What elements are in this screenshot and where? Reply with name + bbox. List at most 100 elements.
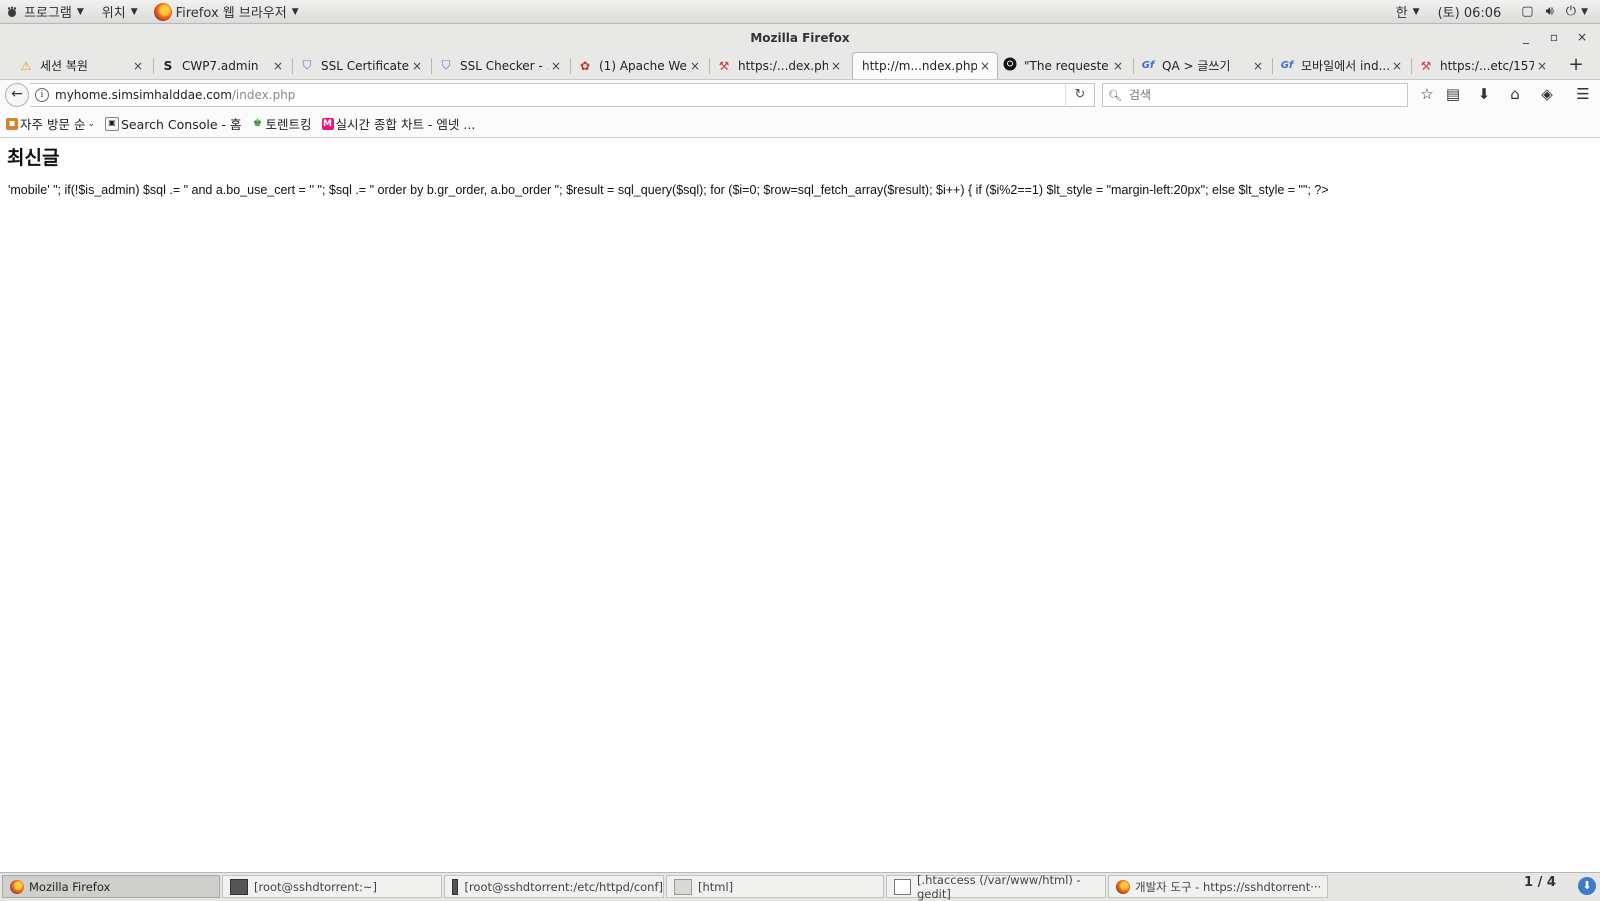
close-window-button[interactable]: × [1572, 24, 1592, 52]
url-host: myhome.simsimhalddae.com [55, 88, 232, 102]
puzzle-icon: ⚒ [1420, 58, 1432, 73]
clock[interactable]: (토) 06:06 [1432, 0, 1508, 23]
minimize-button[interactable]: _ [1516, 24, 1536, 52]
text-editor-icon [894, 878, 911, 895]
tab-close-icon[interactable]: × [687, 59, 703, 73]
tab-github[interactable]: "The requeste... × [998, 52, 1130, 79]
shield-icon: ⛉ [441, 58, 451, 72]
page-heading: 최신글 [7, 147, 60, 169]
tab-label: 모바일에서 ind... [1301, 59, 1389, 73]
search-console-icon: ▣ [105, 116, 119, 131]
tab-mobile-index[interactable]: Gf 모바일에서 ind... × [1273, 52, 1409, 79]
applications-menu[interactable]: 프로그램 ▼ [0, 0, 90, 23]
url-path: /index.php [231, 88, 296, 102]
tab-label: SSL Checker - ... [460, 58, 548, 73]
bookmark-star-icon[interactable]: ☆ [1414, 83, 1440, 105]
chevron-down-icon: ▼ [76, 6, 84, 17]
tab-close-icon[interactable]: × [977, 59, 993, 73]
taskbar-label: [.htaccess (/var/www/html) - gedit] [916, 872, 1081, 901]
taskbar-item-terminal-conf[interactable]: [root@sshdtorrent:/etc/httpd/conf] [444, 875, 664, 898]
bug-icon: ✿ [579, 58, 591, 73]
bookmark-search-console[interactable]: ▣ Search Console - 홈 [105, 114, 242, 133]
tab-close-icon[interactable]: × [270, 59, 286, 73]
home-icon[interactable]: ⌂ [1502, 83, 1528, 105]
chevron-down-icon: ▼ [1581, 6, 1588, 17]
screen-icon[interactable]: ▢ [1515, 0, 1539, 23]
tab-label: https:/...dex.php [738, 58, 828, 73]
tab-label: CWP7.admin [182, 58, 259, 73]
navigation-toolbar: ← i myhome.simsimhalddae.com/index.php ↻… [0, 79, 1600, 110]
tab-ssl-certificate[interactable]: ⛉ SSL Certificate... × [293, 52, 429, 79]
power-icon[interactable]: ⏻ ▼ [1560, 0, 1594, 23]
search-bar[interactable]: 🔍︎ [1102, 83, 1408, 107]
reload-icon[interactable]: ↻ [1065, 84, 1094, 106]
places-menu[interactable]: 위치 ▼ [96, 0, 144, 23]
volume-icon[interactable]: 🔊︎ [1540, 0, 1560, 23]
workspace-pager[interactable]: 1 / 4 [1524, 875, 1556, 890]
search-icon: 🔍︎ [1108, 88, 1122, 102]
applications-menu-label: 프로그램 [24, 6, 72, 21]
tab-label: SSL Certificate... [321, 58, 409, 73]
tab-close-icon[interactable]: × [828, 59, 844, 73]
bookmark-label: 실시간 종합 차트 - 엠넷 ... [335, 117, 476, 132]
firefox-icon [10, 879, 24, 894]
info-icon[interactable]: i [35, 88, 49, 102]
taskbar-item-gedit[interactable]: [.htaccess (/var/www/html) - gedit] [886, 872, 1106, 901]
tab-https-etc-157[interactable]: ⚒ https:/...etc/157 × [1412, 52, 1554, 79]
chevron-down-icon: ▼ [1412, 6, 1420, 17]
gnome-foot-icon [6, 6, 18, 18]
url-bar[interactable]: i myhome.simsimhalddae.com/index.php ↻ [30, 83, 1095, 107]
search-input[interactable] [1126, 87, 1391, 103]
download-icon[interactable]: ⬇ [1471, 83, 1497, 105]
tab-close-icon[interactable]: × [1389, 59, 1405, 73]
bookmark-label: 토렌트킹 [265, 117, 312, 132]
bookmark-torrentking[interactable]: ♚ 토렌트킹 [252, 114, 312, 133]
back-button[interactable]: ← [5, 83, 29, 107]
tab-label: 세션 복원 [40, 59, 88, 73]
torrentking-icon: ♚ [253, 117, 262, 129]
tab-ssl-checker[interactable]: ⛉ SSL Checker - ... × [432, 52, 568, 79]
tab-strip: ⚠ 세션 복원 × S CWP7.admin × ⛉ SSL Certifica… [0, 52, 1600, 79]
tab-label: "The requeste... [1024, 58, 1110, 73]
bookmark-most-visited[interactable]: ▪ 자주 방문 순 ⌄ [6, 114, 95, 133]
tab-close-icon[interactable]: × [409, 59, 425, 73]
places-menu-label: 위치 [101, 6, 126, 21]
github-icon [1002, 57, 1018, 74]
active-app-menu[interactable]: Firefox 웹 브라우저 ▼ [148, 0, 305, 23]
reading-list-icon[interactable]: ▤ [1440, 83, 1466, 105]
taskbar-item-devtools[interactable]: 개발자 도구 - https://sshdtorrent··· [1108, 875, 1328, 898]
notification-icon[interactable]: ⬇ [1578, 877, 1596, 895]
tab-cwp7-admin[interactable]: S CWP7.admin × [154, 52, 290, 79]
tab-apache-web[interactable]: ✿ (1) Apache We... × [571, 52, 707, 79]
new-tab-button[interactable]: + [1562, 52, 1590, 79]
taskbar-item-terminal-home[interactable]: [root@sshdtorrent:~] [222, 875, 442, 898]
taskbar-label: Mozilla Firefox [29, 879, 111, 894]
tab-qa-write[interactable]: Gf QA > 글쓰기 × [1134, 52, 1270, 79]
url-text[interactable]: myhome.simsimhalddae.com/index.php [55, 88, 295, 102]
page-content: 최신글 'mobile' "; if(!$is_admin) $sql .= "… [0, 138, 1600, 872]
tab-close-icon[interactable]: × [548, 59, 564, 73]
hamburger-menu-icon[interactable]: ☰ [1570, 83, 1596, 105]
terminal-icon [452, 878, 459, 895]
pocket-icon[interactable]: ◈ [1534, 83, 1560, 105]
active-app-label: Firefox 웹 브라우저 [175, 6, 287, 21]
bookmark-label: Search Console - 홈 [121, 117, 242, 132]
input-method-indicator[interactable]: 한 ▼ [1390, 0, 1426, 23]
folder-icon: ▪ [6, 117, 18, 130]
taskbar-item-html-folder[interactable]: [html] [666, 875, 884, 898]
firefox-icon [1116, 879, 1130, 894]
tab-close-icon[interactable]: × [1534, 59, 1550, 73]
taskbar-label: [root@sshdtorrent:~] [254, 879, 378, 894]
tab-label: http://m...ndex.php [862, 59, 977, 73]
tab-close-icon[interactable]: × [1250, 59, 1266, 73]
tab-session-restore[interactable]: ⚠ 세션 복원 × [0, 52, 150, 79]
cwp-s-icon: S [163, 58, 173, 73]
bookmark-mnet-chart[interactable]: M 실시간 종합 차트 - 엠넷 ... [321, 114, 476, 133]
taskbar-item-firefox[interactable]: Mozilla Firefox [2, 875, 220, 898]
tab-close-icon[interactable]: × [1110, 59, 1126, 73]
chevron-down-icon: ▼ [291, 6, 299, 17]
tab-active-index-php[interactable]: http://m...ndex.php × [852, 52, 998, 79]
tab-close-icon[interactable]: × [130, 59, 146, 73]
tab-https-dex-php[interactable]: ⚒ https:/...dex.php × [710, 52, 848, 79]
maximize-button[interactable]: ▫ [1544, 24, 1564, 52]
